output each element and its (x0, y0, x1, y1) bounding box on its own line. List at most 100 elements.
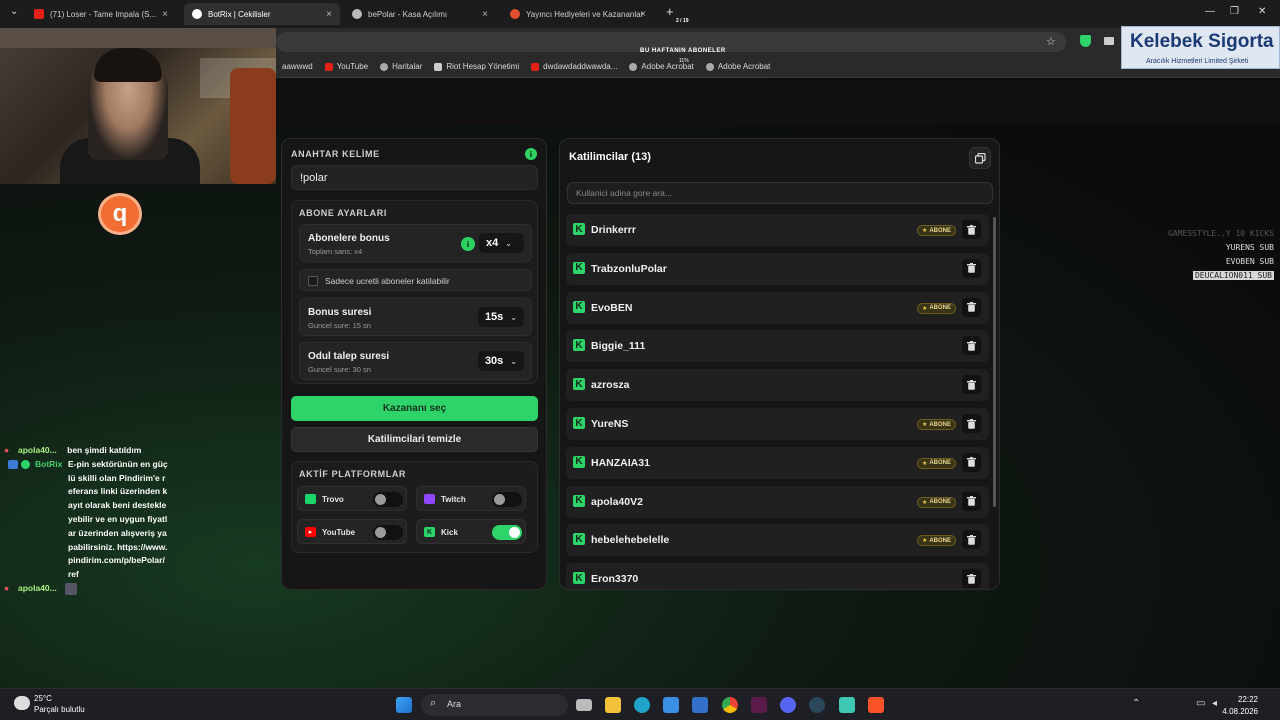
obs-icon[interactable] (751, 697, 767, 713)
shield-icon[interactable] (1080, 35, 1091, 47)
close-icon[interactable]: × (326, 9, 332, 20)
trash-icon (967, 379, 976, 390)
file-explorer-icon[interactable] (605, 697, 621, 713)
taskbar: 25°C Parçalı bulutlu Ara ⌕ ⌃ ▭ ◂ 22:22 4… (0, 688, 1280, 720)
minimize-icon[interactable]: — (1205, 6, 1215, 17)
close-icon[interactable]: × (640, 9, 646, 20)
kick-icon: K (424, 527, 435, 537)
subscriber-badge: ★ ABONE (916, 419, 956, 430)
bookmark-item[interactable]: Riot Hesap Yönetimi (434, 62, 519, 71)
maximize-icon[interactable]: ❐ (1230, 6, 1239, 17)
close-window-icon[interactable]: ✕ (1258, 6, 1266, 17)
tab-title: BotRix | Cekilisler (208, 9, 271, 19)
copy-button[interactable] (969, 147, 991, 169)
platform-label: Kick (441, 528, 458, 537)
new-tab-button[interactable]: + (666, 4, 674, 19)
edge-icon[interactable] (634, 697, 650, 713)
tab-youtube[interactable]: (71) Loser - Tame Impala (S... × (26, 3, 176, 25)
user-pin-icon: ● (4, 582, 10, 593)
steam-icon[interactable] (809, 697, 825, 713)
kick-toggle[interactable] (492, 525, 522, 540)
star-icon: ★ (921, 460, 928, 467)
tab-title: bePolar - Kasa Açılımı (368, 9, 448, 19)
subscriber-badge: ★ ABONE (916, 496, 956, 508)
sub-feed-item: DEUCALION011 SUB (1192, 271, 1274, 280)
claim-time-subtitle: Guncel sure: 30 sn (308, 365, 371, 374)
kick-icon: K (573, 533, 585, 546)
subs-goal-count: 2 / 19 (676, 18, 689, 24)
bookmark-item[interactable]: dwdawdaddwawda... (531, 62, 617, 71)
tab-botrix[interactable]: BotRix | Cekilisler × (184, 3, 340, 25)
youtube-toggle[interactable] (373, 525, 403, 540)
tab-gifts[interactable]: Yayıncı Hediyeleri ve Kazananlar × (502, 3, 654, 25)
bookmark-item[interactable]: Haritalar (380, 62, 422, 71)
scrollbar[interactable] (993, 217, 996, 507)
kick-icon: K (573, 417, 585, 429)
delete-participant-button[interactable] (962, 258, 981, 278)
taskbar-search[interactable]: Ara (421, 694, 568, 716)
bookmark-item[interactable]: Adobe Acrobat (705, 62, 770, 71)
only-paid-checkbox[interactable] (308, 276, 318, 286)
delete-participant-button[interactable] (962, 297, 981, 317)
tab-search-icon[interactable]: ⌄ (10, 6, 18, 17)
trash-icon (967, 573, 976, 584)
chrome-icon[interactable] (722, 697, 738, 713)
participant-name: apola40V2 (591, 495, 643, 508)
delete-participant-button[interactable] (962, 375, 981, 395)
bot-badge-icon (8, 459, 18, 469)
only-paid-label: Sadece ucretli aboneler katilabilir (325, 276, 450, 286)
bookmark-item[interactable]: YouTube (324, 62, 368, 71)
delete-participant-button[interactable] (962, 336, 981, 356)
store-icon[interactable] (663, 697, 679, 713)
participant-search-input[interactable]: Kullanici adina gore ara... (567, 182, 993, 204)
platform-trovo: Trovo (297, 486, 407, 511)
bonus-time-dropdown[interactable]: 15s ⌄ (477, 307, 524, 327)
close-icon[interactable]: × (162, 9, 168, 20)
app-icon[interactable] (839, 697, 855, 713)
close-icon[interactable]: × (482, 9, 488, 20)
participant-name: YureNS (591, 418, 629, 430)
volume-icon[interactable]: ◂ (1212, 698, 1217, 709)
trovo-toggle[interactable] (373, 492, 403, 507)
weather-temp: 25°C (34, 694, 52, 703)
verified-icon (21, 459, 30, 469)
info-icon[interactable]: i (525, 148, 537, 160)
clear-participants-button[interactable]: Katilimcilari temizle (291, 427, 538, 452)
sponsor-subtitle: Aracılık Hizmetleri Limited Şirketi (1146, 58, 1249, 65)
trash-icon (967, 534, 976, 545)
weather-icon (14, 696, 30, 710)
twitch-toggle[interactable] (492, 492, 522, 507)
stream-chat: ● apola40... ben şimdi katıldım BotRix E… (4, 444, 174, 596)
brave-icon[interactable] (868, 697, 884, 713)
delete-participant-button[interactable] (962, 491, 981, 511)
keyword-input[interactable]: !polar (291, 165, 538, 190)
delete-participant-button[interactable] (962, 452, 981, 472)
dropdown-value: 30s (484, 355, 504, 367)
weather-widget[interactable]: 25°C Parçalı bulutlu (34, 694, 85, 714)
platform-youtube: ▸ YouTube (297, 519, 407, 544)
sub-feed-item: EVOBEN SUB (1225, 257, 1274, 266)
delete-participant-button[interactable] (962, 220, 981, 239)
delete-participant-button[interactable] (962, 569, 981, 589)
bookmark-item[interactable]: aawwwd (282, 62, 313, 71)
discord-icon[interactable] (780, 697, 796, 713)
only-paid-row[interactable]: Sadece ucretli aboneler katilabilir (299, 269, 532, 291)
pick-winner-button[interactable]: Kazananı seç (291, 396, 538, 421)
globe-icon (380, 62, 389, 71)
task-view-icon[interactable] (576, 699, 592, 711)
delete-participant-button[interactable] (962, 414, 981, 433)
start-icon[interactable] (396, 697, 412, 713)
globe-icon (629, 62, 638, 71)
claim-time-dropdown[interactable]: 30s ⌄ (477, 351, 524, 371)
bookmark-star-icon[interactable]: ☆ (1046, 35, 1056, 48)
tab-bepolar[interactable]: bePolar - Kasa Açılımı × (344, 3, 496, 25)
extension-icon[interactable] (1104, 37, 1114, 45)
clock[interactable]: 22:22 4.08.2026 (1222, 694, 1258, 718)
network-icon[interactable]: ▭ (1196, 698, 1205, 709)
sub-bonus-dropdown[interactable]: x4 ⌄ (479, 233, 524, 253)
tray-chevron-icon[interactable]: ⌃ (1132, 698, 1140, 709)
subs-goal-percent: 11% (679, 58, 689, 64)
info-icon[interactable]: i (461, 237, 475, 251)
mail-icon[interactable] (692, 697, 708, 713)
delete-participant-button[interactable] (962, 530, 981, 550)
